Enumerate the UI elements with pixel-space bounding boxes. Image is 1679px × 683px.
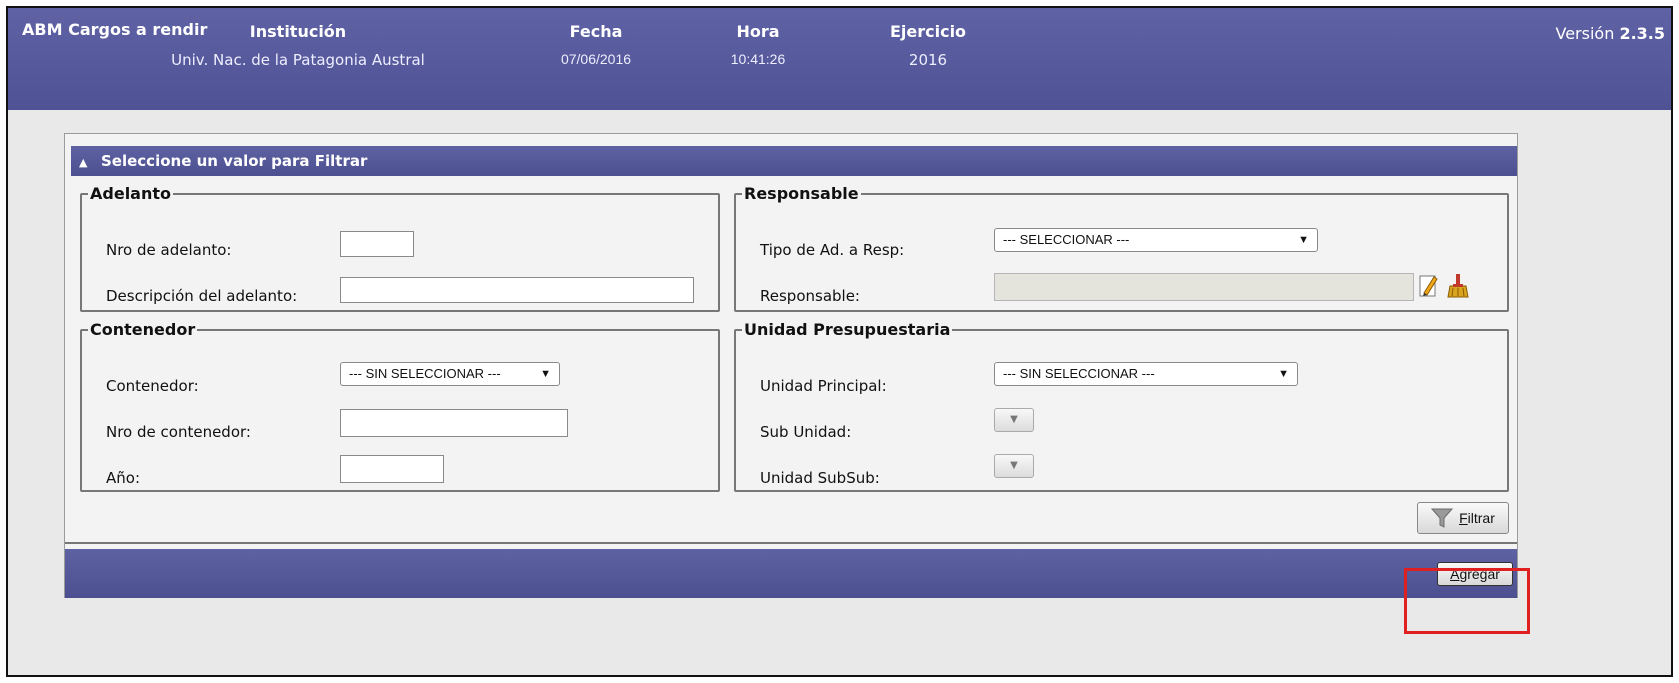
anio-label: Año: — [106, 469, 140, 487]
institution-label: Institución — [249, 22, 347, 41]
collapse-triangle-icon[interactable]: ▲ — [79, 148, 87, 178]
sub-unidad-select[interactable]: ▼ — [994, 408, 1034, 432]
version-info: Versión 2.3.5 — [1556, 24, 1666, 43]
filter-panel-header[interactable]: ▲ Seleccione un valor para Filtrar — [71, 146, 1517, 176]
date-value: 07/06/2016 — [560, 51, 632, 67]
unidad-legend: Unidad Presupuestaria — [744, 320, 951, 339]
clear-broom-icon[interactable] — [1446, 273, 1470, 299]
nro-contenedor-input[interactable] — [340, 409, 568, 437]
header-institution: Institución Univ. Nac. de la Patagonia A… — [138, 22, 458, 69]
fiscal-year-label: Ejercicio — [889, 22, 967, 41]
header-time: Hora 10:41:26 — [708, 22, 808, 67]
tipo-ad-resp-selected: --- SELECCIONAR --- — [1003, 232, 1130, 247]
version-number: 2.3.5 — [1619, 24, 1665, 43]
tipo-ad-resp-select[interactable]: --- SELECCIONAR --- ▼ — [994, 228, 1318, 252]
app-header: ABM Cargos a rendir Versión 2.3.5 Instit… — [8, 8, 1671, 110]
app-window: ABM Cargos a rendir Versión 2.3.5 Instit… — [6, 6, 1673, 677]
unidad-principal-select[interactable]: --- SIN SELECCIONAR --- ▼ — [994, 362, 1298, 386]
header-fiscal-year: Ejercicio 2016 — [868, 22, 988, 69]
panel-divider — [65, 542, 1517, 544]
fiscal-year-value: 2016 — [908, 51, 948, 69]
responsable-legend: Responsable — [744, 184, 859, 203]
contenedor-fieldset: Contenedor Contenedor: --- SIN SELECCION… — [80, 320, 720, 492]
unidad-principal-selected: --- SIN SELECCIONAR --- — [1003, 366, 1155, 381]
highlight-box — [1404, 568, 1530, 634]
dropdown-arrow-icon: ▼ — [540, 368, 551, 380]
nro-contenedor-label: Nro de contenedor: — [106, 423, 251, 441]
unidad-subsub-select[interactable]: ▼ — [994, 454, 1034, 478]
contenedor-select[interactable]: --- SIN SELECCIONAR --- ▼ — [340, 362, 560, 386]
sub-unidad-label: Sub Unidad: — [760, 423, 852, 441]
unidad-principal-label: Unidad Principal: — [760, 377, 887, 395]
nro-adelanto-input[interactable] — [340, 231, 414, 257]
institution-value: Univ. Nac. de la Patagonia Austral — [171, 51, 425, 69]
version-label: Versión — [1555, 24, 1615, 43]
edit-icon[interactable] — [1418, 273, 1440, 299]
unidad-subsub-label: Unidad SubSub: — [760, 469, 880, 487]
responsable-label: Responsable: — [760, 287, 860, 305]
dropdown-arrow-icon: ▼ — [1298, 234, 1309, 246]
responsable-fieldset: Responsable Tipo de Ad. a Resp: --- SELE… — [734, 184, 1509, 312]
filter-mnemonic: F — [1459, 510, 1468, 526]
nro-adelanto-label: Nro de adelanto: — [106, 241, 232, 259]
filter-panel: ▲ Seleccione un valor para Filtrar Adela… — [64, 133, 1518, 598]
contenedor-selected: --- SIN SELECCIONAR --- — [349, 366, 501, 381]
header-date: Fecha 07/06/2016 — [536, 22, 656, 67]
adelanto-fieldset: Adelanto Nro de adelanto: Descripción de… — [80, 184, 720, 312]
desc-adelanto-label: Descripción del adelanto: — [106, 287, 298, 305]
date-label: Fecha — [569, 22, 623, 41]
desc-adelanto-input[interactable] — [340, 277, 694, 303]
funnel-icon — [1431, 508, 1454, 528]
adelanto-legend: Adelanto — [90, 184, 171, 203]
contenedor-label: Contenedor: — [106, 377, 199, 395]
filter-button-label: Filtrar — [1459, 510, 1495, 526]
responsable-input[interactable] — [994, 273, 1414, 301]
anio-input[interactable] — [340, 455, 444, 483]
time-value: 10:41:26 — [730, 51, 786, 67]
unidad-presupuestaria-fieldset: Unidad Presupuestaria Unidad Principal: … — [734, 320, 1509, 492]
filter-button[interactable]: Filtrar — [1417, 502, 1509, 534]
filter-panel-title: Seleccione un valor para Filtrar — [101, 152, 368, 170]
panel-footer: Agregar — [65, 549, 1517, 598]
time-label: Hora — [736, 22, 780, 41]
contenedor-legend: Contenedor — [90, 320, 196, 339]
dropdown-arrow-icon: ▼ — [1278, 368, 1289, 380]
filter-button-rest: iltrar — [1467, 510, 1495, 526]
tipo-ad-resp-label: Tipo de Ad. a Resp: — [760, 241, 905, 259]
